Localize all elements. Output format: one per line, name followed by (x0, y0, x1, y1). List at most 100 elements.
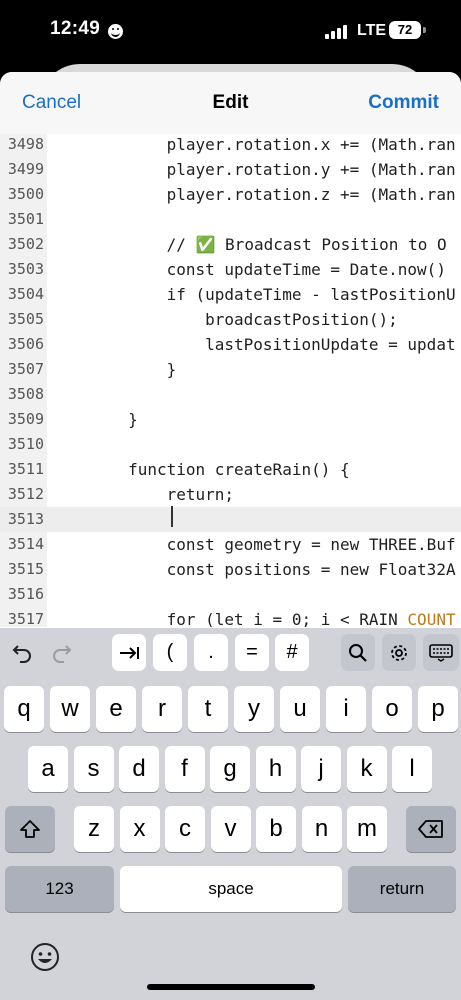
commit-button[interactable]: Commit (368, 92, 439, 114)
line-number: 3508 (7, 385, 44, 403)
key-z[interactable]: z (74, 806, 114, 852)
code-line[interactable]: 3505 broadcastPosition(); (0, 307, 461, 332)
dismiss-keyboard-icon[interactable] (423, 634, 459, 671)
key-e[interactable]: e (96, 686, 136, 732)
code-line[interactable]: 3510 (0, 432, 461, 457)
key-o[interactable]: o (372, 686, 412, 732)
code-constant-highlight: COUNT (407, 610, 456, 627)
tab-key-icon[interactable] (112, 634, 146, 671)
key-y[interactable]: y (234, 686, 274, 732)
line-text: // ✅ Broadcast Position to O (51, 232, 447, 257)
line-number: 3510 (7, 435, 44, 453)
keyboard-accessory-bar: ( . = # (0, 628, 461, 678)
code-text: // ✅ Broadcast Position to O (51, 235, 447, 254)
line-text: player.rotation.z += (Math.ran (51, 182, 456, 207)
key-m[interactable]: m (347, 806, 387, 852)
code-line[interactable]: 3506 lastPositionUpdate = updat (0, 332, 461, 357)
numbers-key[interactable]: 123 (5, 866, 114, 912)
key-u[interactable]: u (280, 686, 320, 732)
line-number: 3511 (7, 460, 44, 478)
code-line[interactable]: 3514 const geometry = new THREE.Buf (0, 532, 461, 557)
code-line[interactable]: 3502 // ✅ Broadcast Position to O (0, 232, 461, 257)
return-key[interactable]: return (348, 866, 456, 912)
key-j[interactable]: j (301, 746, 341, 792)
accessory-key-hash[interactable]: # (275, 634, 309, 671)
code-line[interactable]: 3503 const updateTime = Date.now() (0, 257, 461, 282)
key-d[interactable]: d (119, 746, 159, 792)
key-v[interactable]: v (210, 806, 251, 852)
key-t[interactable]: t (188, 686, 228, 732)
code-editor[interactable]: 3498 player.rotation.x += (Math.ran 3499 … (0, 134, 461, 627)
code-line[interactable]: 3512 return; (0, 482, 461, 507)
code-text: return; (51, 485, 235, 504)
status-bar: 12:49 LTE 72 (0, 0, 461, 62)
space-key[interactable]: space (120, 866, 342, 912)
code-line[interactable]: 3515 const positions = new Float32A (0, 557, 461, 582)
gear-icon[interactable] (382, 634, 416, 671)
line-text: player.rotation.x += (Math.ran (51, 134, 456, 157)
key-x[interactable]: x (119, 806, 160, 852)
line-number: 3514 (7, 535, 44, 553)
key-b[interactable]: b (256, 806, 296, 852)
key-i[interactable]: i (326, 686, 366, 732)
line-text: const geometry = new THREE.Buf (51, 532, 456, 557)
code-text: const updateTime = Date.now() (51, 260, 446, 279)
battery-icon: 72 (389, 21, 421, 39)
line-number: 3498 (7, 135, 44, 153)
shift-icon[interactable] (5, 806, 55, 852)
nav-bar: Cancel Edit Commit (0, 72, 461, 134)
code-text: lastPositionUpdate = updat (51, 335, 456, 354)
key-r[interactable]: r (142, 686, 182, 732)
redo-icon[interactable] (44, 634, 80, 671)
accessory-key-paren[interactable]: ( (153, 634, 187, 671)
key-a[interactable]: a (28, 746, 68, 792)
key-s[interactable]: s (73, 746, 114, 792)
code-line[interactable]: 3499 player.rotation.y += (Math.ran (0, 157, 461, 182)
code-text: for (let i = 0; i < RAIN_ (51, 610, 408, 627)
key-p[interactable]: p (418, 686, 458, 732)
undo-icon[interactable] (4, 634, 40, 671)
line-text: } (51, 357, 177, 382)
code-line[interactable]: 3504 if (updateTime - lastPositionU (0, 282, 461, 307)
accessory-key-dot[interactable]: . (194, 634, 228, 671)
key-q[interactable]: q (4, 686, 44, 732)
code-line[interactable]: 3513 (0, 507, 461, 532)
network-type: LTE (357, 22, 387, 39)
line-text: for (let i = 0; i < RAIN_COUNT (51, 607, 456, 627)
code-text: player.rotation.x += (Math.ran (51, 135, 456, 154)
code-line[interactable]: 3501 (0, 207, 461, 232)
code-text: player.rotation.y += (Math.ran (51, 160, 456, 179)
key-g[interactable]: g (210, 746, 250, 792)
code-line[interactable]: 3511 function createRain() { (0, 457, 461, 482)
key-l[interactable]: l (392, 746, 432, 792)
line-number: 3504 (7, 285, 44, 303)
key-h[interactable]: h (255, 746, 296, 792)
cellular-signal-icon (325, 25, 349, 39)
line-text: lastPositionUpdate = updat (51, 332, 456, 357)
emoji-icon[interactable] (28, 940, 62, 974)
line-number: 3505 (7, 310, 44, 328)
line-number: 3502 (7, 235, 44, 253)
search-icon[interactable] (341, 634, 375, 671)
key-c[interactable]: c (165, 806, 205, 852)
key-w[interactable]: w (50, 686, 90, 732)
code-line[interactable]: 3500 player.rotation.z += (Math.ran (0, 182, 461, 207)
code-text: if (updateTime - lastPositionU (51, 285, 456, 304)
code-line[interactable]: 3508 (0, 382, 461, 407)
line-number: 3506 (7, 335, 44, 353)
code-line[interactable]: 3498 player.rotation.x += (Math.ran (0, 134, 461, 157)
key-n[interactable]: n (301, 806, 342, 852)
key-f[interactable]: f (164, 746, 205, 792)
keyboard: ( . = # 123 space return qwertyuiop asdfg… (0, 628, 461, 1000)
key-k[interactable]: k (346, 746, 387, 792)
line-text: player.rotation.y += (Math.ran (51, 157, 456, 182)
accessory-key-equals[interactable]: = (235, 634, 269, 671)
code-line[interactable]: 3516 (0, 582, 461, 607)
line-number: 3501 (7, 210, 44, 228)
backspace-icon[interactable] (406, 806, 456, 852)
line-number: 3517 (7, 610, 44, 627)
code-line[interactable]: 3509 } (0, 407, 461, 432)
code-text: const positions = new Float32A (51, 560, 456, 579)
code-line[interactable]: 3507 } (0, 357, 461, 382)
code-line[interactable]: 3517 for (let i = 0; i < RAIN_COUNT (0, 607, 461, 627)
